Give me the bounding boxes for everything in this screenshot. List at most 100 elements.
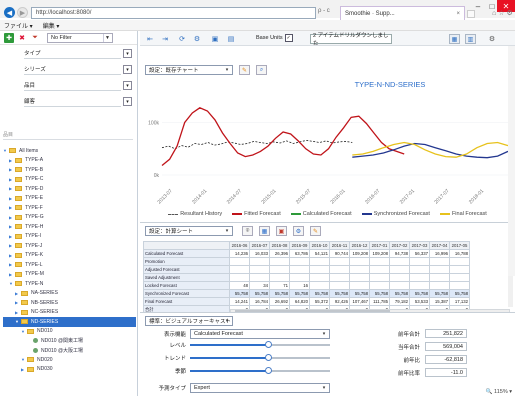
pencil-icon[interactable]: ✎ [239, 65, 250, 75]
menu-edit[interactable]: 編集 ▾ [43, 21, 60, 30]
save-all-icon[interactable]: ▤ [226, 34, 236, 44]
grid-cell[interactable]: 55,758 [269, 289, 290, 298]
gear-icon[interactable]: ⚙ [293, 226, 304, 236]
tree-item[interactable]: ▶ TYPE-A [3, 156, 136, 166]
grid-cell[interactable] [289, 265, 310, 274]
pencil-icon[interactable]: ✎ [310, 226, 321, 236]
grid-cell[interactable] [269, 257, 290, 266]
slider-handle[interactable] [265, 341, 272, 348]
back-icon[interactable]: ⇤ [145, 34, 155, 44]
grid-cell[interactable] [429, 265, 450, 274]
forward-icon[interactable]: ⇥ [160, 34, 170, 44]
filter-row-type[interactable]: タイプ ▾ [0, 45, 137, 61]
table-icon[interactable]: ▦ [259, 226, 270, 236]
grid-cell[interactable]: 55,758 [309, 289, 330, 298]
grid-cell[interactable] [289, 273, 310, 282]
grid-cell[interactable]: 55,758 [229, 289, 250, 298]
grid-cell[interactable]: 63,786 [289, 249, 310, 258]
address-bar[interactable]: http://localhost:8080/ [31, 7, 316, 19]
remove-filter-icon[interactable]: ✖ [17, 32, 27, 43]
tree-item[interactable]: ▶ TYPE-C [3, 175, 136, 185]
grid-cell[interactable]: 56,337 [409, 249, 430, 258]
legend-item[interactable]: Calculated Forecast [290, 211, 352, 217]
tree-item[interactable]: ▶ TYPE-E [3, 194, 136, 204]
grid-cell[interactable]: 55,758 [449, 289, 470, 298]
chart-selector[interactable]: 設定：既存チャート ▾ [145, 65, 233, 75]
grid-cell[interactable]: 16 [289, 281, 310, 290]
grid-cell[interactable]: 55,372 [309, 297, 330, 306]
tree-item[interactable]: ▶ TYPE-K [3, 251, 136, 261]
refresh-icon[interactable]: ⟳ [177, 34, 187, 44]
chevron-down-icon[interactable]: ▾ [123, 49, 132, 58]
grid-cell[interactable] [389, 257, 410, 266]
tree-item[interactable]: ▼ ND010 [3, 327, 136, 337]
search-icon[interactable]: ⌕ [256, 65, 267, 75]
tree-item[interactable]: ▶ TYPE-M [3, 270, 136, 280]
camera-icon[interactable]: ⌾ [242, 226, 253, 236]
grid-cell[interactable] [409, 281, 430, 290]
grid-cell[interactable]: 55,758 [289, 289, 310, 298]
grid-cell[interactable] [349, 257, 370, 266]
grid-cell[interactable] [269, 265, 290, 274]
chevron-down-icon[interactable]: ▾ [123, 97, 132, 106]
tree-item[interactable]: ▼ ND-SERIES [3, 317, 136, 327]
tree-item[interactable]: ▼ TYPE-N [3, 279, 136, 289]
forward-arrow-icon[interactable]: ▶ [17, 7, 28, 18]
grid-cell[interactable]: 14,236 [229, 249, 250, 258]
grid-cell[interactable] [369, 281, 390, 290]
legend-item[interactable]: Fitted Forecast [232, 211, 281, 217]
tree-item[interactable]: ▶ ND030 [3, 365, 136, 375]
grid-cell[interactable] [449, 265, 470, 274]
grid-cell[interactable]: 109,208 [349, 249, 370, 258]
slider-filled-track[interactable] [190, 357, 268, 359]
slider-filled-track[interactable] [190, 370, 268, 372]
grid-cell[interactable]: 26,692 [269, 297, 290, 306]
grid-view-icon[interactable]: ▦ [449, 34, 460, 44]
grid-cell[interactable]: 90,744 [329, 249, 350, 258]
tree-item[interactable]: ▼ All Items [3, 146, 136, 156]
grid-cell[interactable]: 34 [249, 281, 270, 290]
grid-cell[interactable] [269, 273, 290, 282]
funnel-icon[interactable]: ⏷ [30, 33, 40, 43]
grid-cell[interactable] [409, 257, 430, 266]
grid-cell[interactable]: 55,758 [349, 289, 370, 298]
grid-cell[interactable] [409, 273, 430, 282]
grid-cell[interactable] [329, 273, 350, 282]
grid-cell[interactable] [449, 257, 470, 266]
slider-track[interactable] [268, 370, 330, 372]
grid-cell[interactable]: 16,788 [449, 249, 470, 258]
grid-cell[interactable]: 55,758 [389, 289, 410, 298]
grid-cell[interactable] [329, 265, 350, 274]
grid-cell[interactable] [249, 265, 270, 274]
add-filter-icon[interactable]: ✚ [4, 32, 14, 43]
address-actions[interactable]: ρ - c [318, 8, 330, 14]
grid-cell[interactable] [349, 273, 370, 282]
grid-cell[interactable]: 55,758 [329, 289, 350, 298]
grid-cell[interactable]: 111,785 [369, 297, 390, 306]
grid-cell[interactable] [429, 281, 450, 290]
grid-cell[interactable] [349, 265, 370, 274]
tree-item[interactable]: ▶ TYPE-D [3, 184, 136, 194]
grid-cell[interactable] [229, 273, 250, 282]
split-view-icon[interactable]: ▥ [465, 34, 476, 44]
grid-cell[interactable] [229, 257, 250, 266]
forecast-type-select[interactable]: Expert ▾ [190, 383, 330, 393]
grid-cell[interactable] [429, 257, 450, 266]
tree-item[interactable]: ▶ TYPE-L [3, 260, 136, 270]
save-icon[interactable]: ▣ [210, 34, 220, 44]
page-scrollbar[interactable] [508, 46, 515, 276]
grid-cell[interactable]: 16,033 [249, 249, 270, 258]
grid-cell[interactable] [409, 265, 430, 274]
grid-cell[interactable]: 16,784 [249, 297, 270, 306]
grid-cell[interactable]: 26,396 [269, 249, 290, 258]
grid-cell[interactable]: 71 [269, 281, 290, 290]
grid-cell[interactable] [309, 281, 330, 290]
tree-item[interactable]: ▶ NA-SERIES [3, 289, 136, 299]
tab-close-icon[interactable]: × [456, 11, 460, 17]
tree-item[interactable]: ▶ TYPE-G [3, 213, 136, 223]
forecast-field-select[interactable]: Calculated Forecast ▾ [190, 329, 330, 339]
tree-item[interactable]: ▼ ND020 [3, 355, 136, 365]
filter-row-item[interactable]: 品目 ▾ [0, 77, 137, 93]
grid-cell[interactable]: 17,132 [449, 297, 470, 306]
grid-cell[interactable]: 15,387 [429, 297, 450, 306]
